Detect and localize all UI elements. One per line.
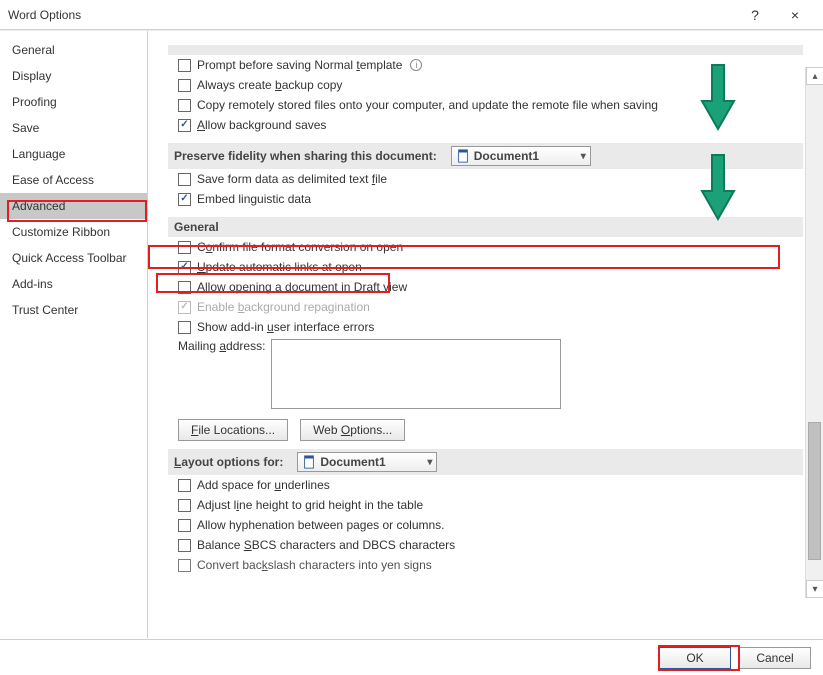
- row-prompt-normal-template[interactable]: Prompt before saving Normal template i: [168, 55, 803, 75]
- titlebar: Word Options ? ×: [0, 0, 823, 30]
- label: Add space for underlines: [197, 478, 330, 492]
- sidebar-item-display[interactable]: Display: [0, 63, 147, 89]
- label: Update automatic links at open: [197, 260, 362, 274]
- label: Prompt before saving Normal template: [197, 58, 402, 72]
- checkbox-icon[interactable]: [178, 99, 191, 112]
- checkbox-icon[interactable]: [178, 499, 191, 512]
- sidebar-item-ease-of-access[interactable]: Ease of Access: [0, 167, 147, 193]
- label: Enable background repagination: [197, 300, 370, 314]
- row-add-space-underlines[interactable]: Add space for underlines: [168, 475, 803, 495]
- ok-button[interactable]: OK: [659, 647, 731, 669]
- scroll-track[interactable]: [806, 85, 823, 580]
- sidebar-item-proofing[interactable]: Proofing: [0, 89, 147, 115]
- scroll-down-button[interactable]: ▾: [806, 580, 823, 598]
- row-save-form-data[interactable]: Save form data as delimited text file: [168, 169, 803, 189]
- checkbox-icon[interactable]: [178, 321, 191, 334]
- label: Allow hyphenation between pages or colum…: [197, 518, 445, 532]
- label: Adjust line height to grid height in the…: [197, 498, 423, 512]
- label: Mailing address:: [178, 339, 265, 353]
- label: Copy remotely stored files onto your com…: [197, 98, 658, 112]
- section-bar-layout-options: Layout options for: Document1 ▾: [168, 449, 803, 475]
- row-convert-backslash-yen[interactable]: Convert backslash characters into yen si…: [168, 555, 803, 575]
- chevron-down-icon: ▾: [427, 457, 432, 468]
- dialog-footer: OK Cancel: [0, 639, 823, 675]
- section-bar-general: General: [168, 217, 803, 237]
- label: Allow opening a document in Draft view: [197, 280, 407, 294]
- label: Convert backslash characters into yen si…: [197, 558, 432, 572]
- row-allow-draft-view[interactable]: Allow opening a document in Draft view: [168, 277, 803, 297]
- sidebar-item-quick-access-toolbar[interactable]: Quick Access Toolbar: [0, 245, 147, 271]
- scroll-thumb[interactable]: [808, 422, 821, 561]
- cancel-button[interactable]: Cancel: [739, 647, 811, 669]
- label: Save form data as delimited text file: [197, 172, 387, 186]
- row-always-create-backup[interactable]: Always create backup copy: [168, 75, 803, 95]
- help-button[interactable]: ?: [735, 0, 775, 30]
- row-update-auto-links[interactable]: Update automatic links at open: [168, 257, 803, 277]
- file-locations-button[interactable]: File Locations...: [178, 419, 288, 441]
- row-show-addin-errors[interactable]: Show add-in user interface errors: [168, 317, 803, 337]
- sidebar-item-general[interactable]: General: [0, 37, 147, 63]
- row-allow-hyphenation[interactable]: Allow hyphenation between pages or colum…: [168, 515, 803, 535]
- document-icon: [456, 149, 470, 163]
- row-mailing-address: Mailing address:: [168, 337, 803, 411]
- checkbox-icon[interactable]: [178, 241, 191, 254]
- mailing-address-input[interactable]: [271, 339, 561, 409]
- section-title: General: [174, 220, 219, 234]
- vertical-scrollbar[interactable]: ▴ ▾: [805, 67, 823, 598]
- row-allow-background-saves[interactable]: Allow background saves: [168, 115, 803, 135]
- row-confirm-file-format[interactable]: Confirm file format conversion on open: [168, 237, 803, 257]
- row-adjust-line-height[interactable]: Adjust line height to grid height in the…: [168, 495, 803, 515]
- row-copy-remotely-stored[interactable]: Copy remotely stored files onto your com…: [168, 95, 803, 115]
- sidebar-item-add-ins[interactable]: Add-ins: [0, 271, 147, 297]
- sidebar-item-trust-center[interactable]: Trust Center: [0, 297, 147, 323]
- checkbox-icon[interactable]: [178, 173, 191, 186]
- checkbox-icon[interactable]: [178, 559, 191, 572]
- close-button[interactable]: ×: [775, 0, 815, 30]
- checkbox-icon: [178, 301, 191, 314]
- web-options-button[interactable]: Web Options...: [300, 419, 405, 441]
- checkbox-icon[interactable]: [178, 193, 191, 206]
- label: Allow background saves: [197, 118, 326, 132]
- section-title: Layout options for:: [174, 455, 283, 469]
- preserve-document-combo[interactable]: Document1 ▾: [451, 146, 591, 166]
- checkbox-icon[interactable]: [178, 539, 191, 552]
- sidebar-item-save[interactable]: Save: [0, 115, 147, 141]
- main-panel: Prompt before saving Normal template i A…: [148, 31, 823, 638]
- row-background-repagination: Enable background repagination: [168, 297, 803, 317]
- section-title: Preserve fidelity when sharing this docu…: [174, 149, 437, 163]
- sidebar-item-language[interactable]: Language: [0, 141, 147, 167]
- label: Embed linguistic data: [197, 192, 311, 206]
- checkbox-icon[interactable]: [178, 79, 191, 92]
- combo-value: Document1: [320, 455, 385, 469]
- scroll-up-button[interactable]: ▴: [806, 67, 823, 85]
- section-bar-preserve-fidelity: Preserve fidelity when sharing this docu…: [168, 143, 803, 169]
- checkbox-icon[interactable]: [178, 479, 191, 492]
- info-icon[interactable]: i: [410, 59, 422, 71]
- label: Always create backup copy: [197, 78, 342, 92]
- chevron-down-icon: ▾: [581, 151, 586, 162]
- checkbox-icon[interactable]: [178, 59, 191, 72]
- window-title: Word Options: [8, 8, 735, 22]
- sidebar: General Display Proofing Save Language E…: [0, 31, 148, 638]
- checkbox-icon[interactable]: [178, 261, 191, 274]
- combo-value: Document1: [474, 149, 539, 163]
- layout-document-combo[interactable]: Document1 ▾: [297, 452, 437, 472]
- document-icon: [302, 455, 316, 469]
- checkbox-icon[interactable]: [178, 119, 191, 132]
- checkbox-icon[interactable]: [178, 281, 191, 294]
- sidebar-item-customize-ribbon[interactable]: Customize Ribbon: [0, 219, 147, 245]
- section-bar-save-partial: [168, 45, 803, 55]
- dialog-content: General Display Proofing Save Language E…: [0, 30, 823, 638]
- label: Balance SBCS characters and DBCS charact…: [197, 538, 455, 552]
- sidebar-item-advanced[interactable]: Advanced: [0, 193, 147, 219]
- row-embed-linguistic[interactable]: Embed linguistic data: [168, 189, 803, 209]
- label: Show add-in user interface errors: [197, 320, 374, 334]
- label: Confirm file format conversion on open: [197, 240, 403, 254]
- row-balance-sbcs-dbcs[interactable]: Balance SBCS characters and DBCS charact…: [168, 535, 803, 555]
- checkbox-icon[interactable]: [178, 519, 191, 532]
